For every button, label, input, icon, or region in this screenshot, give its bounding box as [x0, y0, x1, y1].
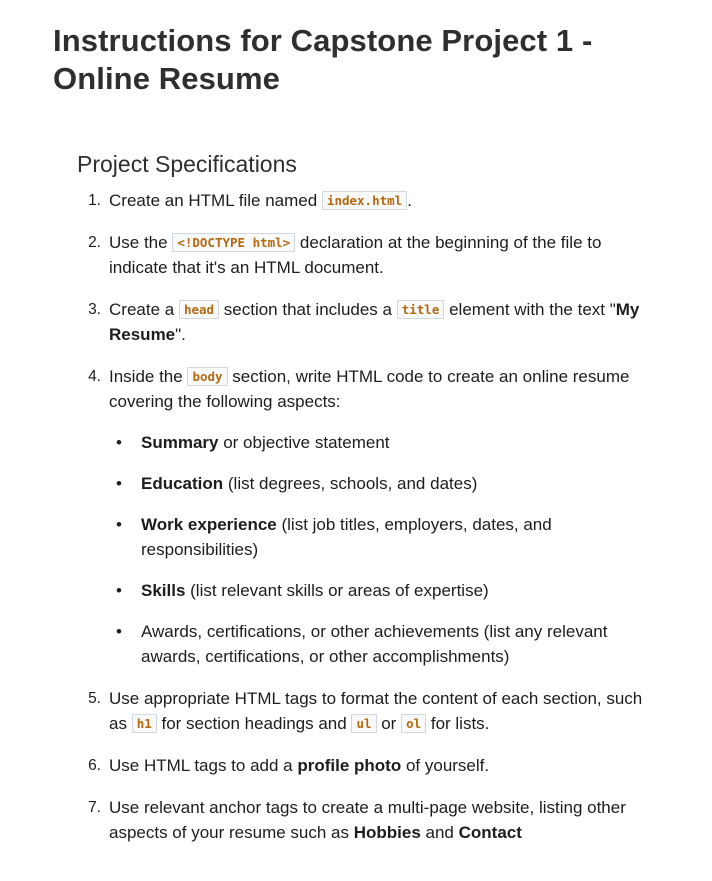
item-text: ".: [175, 325, 186, 344]
bold-text: Hobbies: [353, 823, 421, 842]
bullet-icon: •: [116, 433, 122, 452]
list-item: 3. Create a head section that includes a…: [88, 297, 649, 347]
list-item: 4. Inside the body section, write HTML c…: [88, 364, 649, 669]
list-item: 7. Use relevant anchor tags to create a …: [88, 795, 649, 845]
code-snippet: index.html: [321, 191, 408, 210]
item-text: or: [376, 714, 402, 733]
item-text: for section headings and: [156, 714, 352, 733]
bullet-text: or objective statement: [218, 433, 390, 452]
bold-text: Contact: [458, 823, 522, 842]
item-text: section that includes a: [219, 300, 397, 319]
bold-text: Summary: [141, 433, 219, 452]
code-snippet: body: [187, 367, 228, 386]
item-text: of yourself.: [401, 756, 490, 775]
item-number: 4.: [88, 368, 101, 385]
bullet-item: • Summary or objective statement: [116, 430, 649, 455]
list-item: 6. Use HTML tags to add a profile photo …: [88, 753, 649, 778]
bold-text: Skills: [141, 581, 186, 600]
bullet-icon: •: [116, 515, 122, 534]
page-title: Instructions for Capstone Project 1 - On…: [53, 23, 593, 96]
code-snippet: ul: [351, 714, 377, 733]
item-text: element with the text ": [444, 300, 616, 319]
item-number: 1.: [88, 192, 101, 209]
item-text: Create an HTML file named: [109, 191, 322, 210]
code-snippet: h1: [131, 714, 157, 733]
code-snippet: ol: [401, 714, 427, 733]
code-snippet: title: [396, 300, 445, 319]
item-text: Create a: [109, 300, 179, 319]
item-text: .: [407, 191, 412, 210]
bold-text: Education: [141, 474, 224, 493]
bullet-icon: •: [116, 581, 122, 600]
bullet-icon: •: [116, 474, 122, 493]
item-text: Inside the: [109, 367, 188, 386]
item-text: and: [420, 823, 459, 842]
item-number: 7.: [88, 799, 101, 816]
bold-text: Work experience: [141, 515, 277, 534]
item-number: 5.: [88, 690, 101, 707]
bullet-item: • Skills (list relevant skills or areas o…: [116, 578, 649, 603]
item-number: 3.: [88, 301, 101, 318]
bullet-text: (list relevant skills or areas of expert…: [185, 581, 489, 600]
bullet-item: • Work experience (list job titles, emplo…: [116, 512, 649, 562]
list-item: 5. Use appropriate HTML tags to format t…: [88, 686, 649, 736]
item-number: 6.: [88, 757, 101, 774]
item-number: 2.: [88, 234, 101, 251]
bullet-item: • Education (list degrees, schools, and d…: [116, 471, 649, 496]
bullet-item: • Awards, certifications, or other achiev…: [116, 619, 649, 669]
item-text: for lists.: [426, 714, 490, 733]
aspects-list: • Summary or objective statement • Educati…: [109, 430, 649, 669]
section-heading: Project Specifications: [77, 151, 297, 177]
item-text: Use HTML tags to add a: [109, 756, 298, 775]
specification-list: 1. Create an HTML file named index.html.…: [88, 188, 649, 862]
list-item: 2. Use the <!DOCTYPE html> declaration a…: [88, 230, 649, 280]
list-item: 1. Create an HTML file named index.html.: [88, 188, 649, 213]
bullet-text: Awards, certifications, or other achieve…: [141, 622, 608, 666]
bold-text: profile photo: [297, 756, 402, 775]
bullet-text: (list degrees, schools, and dates): [223, 474, 478, 493]
bullet-icon: •: [116, 622, 122, 641]
code-snippet: <!DOCTYPE html>: [172, 233, 296, 252]
code-snippet: head: [178, 300, 220, 319]
item-text: Use the: [109, 233, 173, 252]
